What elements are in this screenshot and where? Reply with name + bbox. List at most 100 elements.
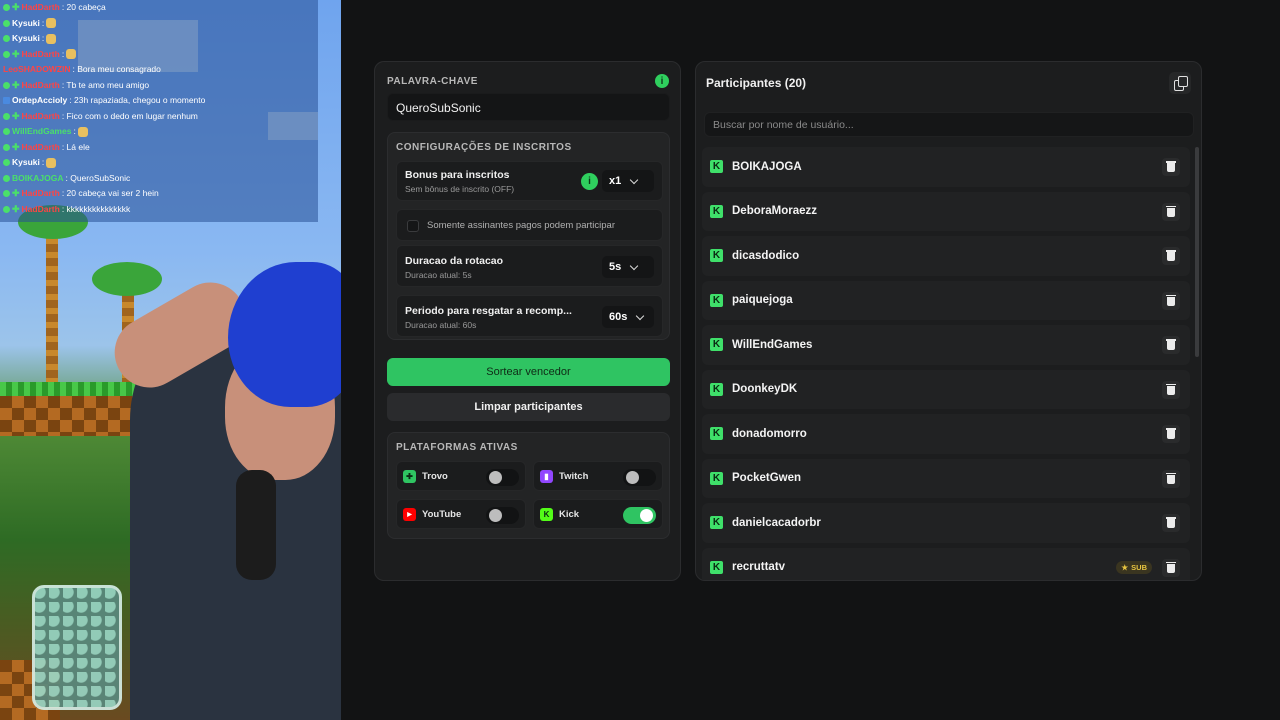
chat-username: Kysuki	[12, 157, 40, 167]
chat-message: Kysuki:	[0, 16, 318, 32]
participant-row[interactable]: K WillEndGames	[702, 325, 1190, 365]
kick-icon: K	[710, 560, 723, 574]
rotation-select[interactable]: 5s	[602, 256, 654, 278]
youtube-toggle[interactable]	[486, 507, 519, 524]
stream-overlay: ✚ HadDarth: 20 cabeça Kysuki: Kysuki: ✚ HadDa…	[0, 0, 341, 720]
kick-icon: K	[710, 249, 723, 263]
dot-badge-icon	[3, 128, 10, 136]
chat-username: Kysuki	[12, 33, 40, 43]
chat-username: HadDarth	[21, 2, 60, 12]
participant-row[interactable]: K BOIKAJOGA	[702, 147, 1190, 187]
chat-message: ✚ HadDarth: Lá ele	[0, 140, 318, 156]
keyword-input[interactable]: QueroSubSonic	[387, 93, 670, 121]
scrollbar[interactable]	[1195, 147, 1199, 357]
participant-row[interactable]: K PocketGwen	[702, 458, 1190, 498]
kick-toggle[interactable]	[623, 507, 656, 524]
copy-icon[interactable]	[1169, 72, 1191, 94]
chat-message: BOIKAJOGA: QueroSubSonic	[0, 171, 318, 187]
youtube-icon: ▶	[403, 507, 416, 521]
participant-name: danielcacadorbr	[732, 516, 821, 529]
trash-icon[interactable]	[1162, 469, 1180, 488]
bonus-title: Bonus para inscritos	[405, 169, 510, 181]
platform-name: YouTube	[422, 508, 462, 520]
participant-row[interactable]: Kdanielcacadorbr	[702, 503, 1190, 543]
emote-icon	[46, 33, 57, 44]
chat-username: HadDarth	[21, 48, 60, 59]
participant-name: dicasdodico	[732, 249, 800, 262]
plus-badge-icon: ✚	[12, 188, 20, 199]
chat-username: HadDarth	[21, 110, 60, 121]
trash-icon[interactable]	[1162, 291, 1180, 310]
kick-icon: K	[710, 338, 723, 352]
paid-only-row[interactable]: Somente assinantes pagos podem participa…	[396, 209, 663, 241]
participant-row[interactable]: Kdonadomorro	[702, 414, 1190, 454]
participant-row[interactable]: Kdicasdodico	[702, 236, 1190, 276]
trash-icon[interactable]	[1162, 247, 1180, 265]
trash-icon[interactable]	[1162, 425, 1180, 443]
sub-badge: ★ SUB	[1116, 560, 1152, 574]
chat-username: HadDarth	[21, 79, 60, 90]
trovo-toggle[interactable]	[486, 469, 519, 486]
participant-name: paiquejoga	[732, 294, 793, 307]
participant-name: PocketGwen	[732, 472, 802, 485]
info-icon[interactable]: i	[655, 74, 669, 88]
rotation-title: Duracao da rotacao	[405, 255, 504, 267]
chat-message: Kysuki:	[0, 155, 318, 171]
claim-title: Periodo para resgatar a recomp...	[405, 305, 572, 317]
trash-icon[interactable]	[1162, 336, 1180, 354]
twitch-icon: ▮	[540, 469, 553, 483]
claim-period-row: Periodo para resgatar a recomp... Duraca…	[396, 295, 663, 337]
chat-message: ✚ HadDarth: Tb te amo meu amigo	[0, 78, 318, 94]
claim-select[interactable]: 60s	[602, 306, 654, 328]
chevron-down-icon	[630, 261, 639, 270]
chat-text: : QueroSubSonic	[65, 172, 131, 183]
emote-icon	[66, 49, 77, 60]
trash-icon[interactable]	[1162, 380, 1180, 399]
chat-text: : Bora meu consagrado	[72, 64, 161, 74]
participant-name: WillEndGames	[732, 338, 813, 351]
subscriber-config-section: CONFIGURAÇÕES DE INSCRITOS Bonus para in…	[387, 132, 670, 340]
trash-icon[interactable]	[1162, 158, 1180, 176]
paid-only-checkbox[interactable]	[407, 220, 419, 232]
palm-tree	[46, 230, 58, 390]
keyword-label: PALAVRA-CHAVE	[387, 75, 478, 87]
chat-text: :	[61, 48, 65, 59]
twitch-toggle[interactable]	[623, 469, 656, 486]
platform-name: Twitch	[559, 470, 589, 482]
draw-winner-button[interactable]: Sortear vencedor	[387, 358, 670, 386]
rotation-subtitle: Duracao atual: 5s	[405, 270, 472, 280]
chat-username: WillEndGames	[12, 126, 72, 136]
chat-text: : Fico com o dedo em lugar nenhum	[61, 110, 198, 121]
chat-text: : 20 cabeça	[61, 2, 106, 12]
chat-text: : kkkkkkkkkkkkkkk	[61, 203, 131, 214]
kick-icon: K	[540, 507, 553, 521]
participant-name: recruttatv	[732, 561, 786, 574]
chat-message: ✚ HadDarth: Fico com o dedo em lugar nenh…	[0, 109, 318, 125]
participant-row[interactable]: K DoonkeyDK	[702, 369, 1190, 409]
chevron-down-icon	[630, 175, 639, 184]
participant-row[interactable]: Kpaiquejoga	[702, 280, 1190, 320]
trash-icon[interactable]	[1162, 514, 1180, 532]
dot-badge-icon	[3, 35, 10, 43]
dot-badge-icon	[3, 81, 10, 89]
square-badge-icon	[3, 97, 10, 105]
participant-row[interactable]: K DeboraMoraezz	[702, 191, 1190, 231]
keyword-header: PALAVRA-CHAVE i	[387, 74, 669, 88]
chat-message: LeoSHADOWZIN: Bora meu consagrado	[0, 62, 318, 78]
claim-subtitle: Duracao atual: 60s	[405, 320, 477, 330]
info-icon[interactable]: i	[581, 173, 598, 190]
trash-icon[interactable]	[1162, 558, 1180, 577]
claim-value: 60s	[609, 311, 628, 323]
dot-badge-icon	[3, 159, 10, 167]
participant-row[interactable]: Krecruttatv ★ SUB	[702, 547, 1190, 580]
platform-twitch: ▮ Twitch	[533, 461, 663, 491]
participants-panel: Participantes (20) Buscar por nome de us…	[695, 61, 1202, 581]
bonus-select[interactable]: x1	[602, 170, 654, 192]
participant-search-input[interactable]: Buscar por nome de usuário...	[704, 112, 1194, 137]
platform-name: Trovo	[422, 470, 448, 482]
chat-text: :	[41, 17, 45, 28]
sub-badge-label: SUB	[1131, 562, 1147, 572]
trash-icon[interactable]	[1162, 202, 1180, 221]
clear-participants-button[interactable]: Limpar participantes	[387, 393, 670, 421]
chat-message: ✚ HadDarth: 20 cabeça	[0, 0, 318, 16]
